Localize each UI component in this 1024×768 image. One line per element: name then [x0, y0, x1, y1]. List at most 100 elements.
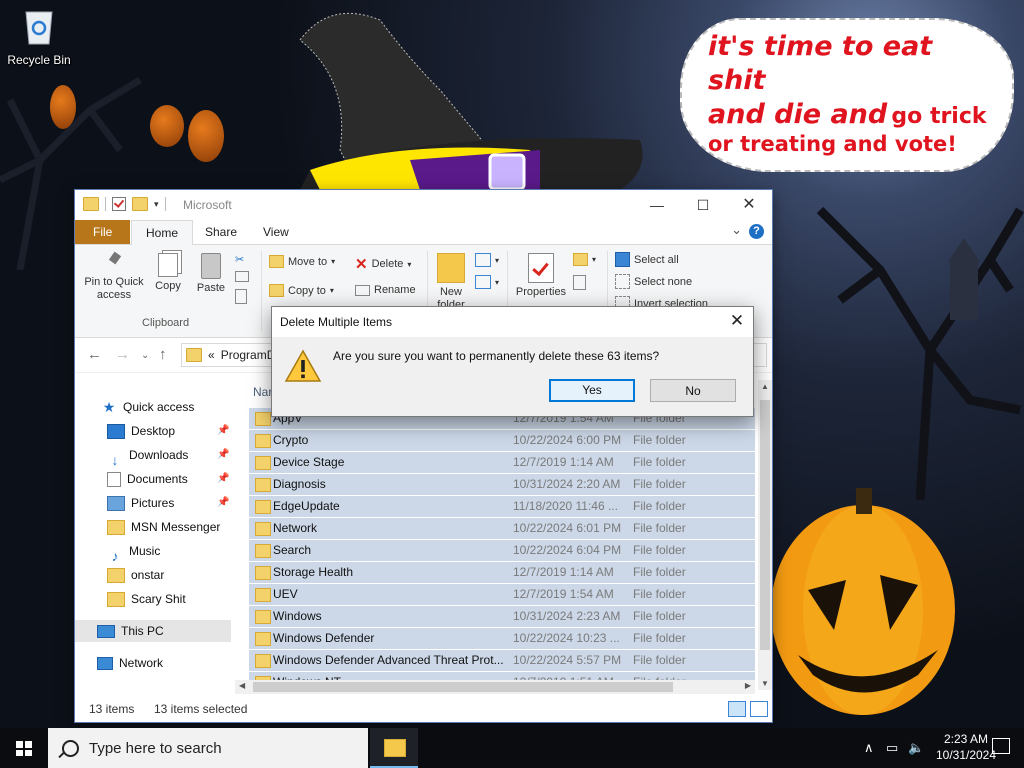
address-overflow[interactable]: «	[208, 348, 215, 362]
scrollbar-thumb[interactable]	[760, 400, 770, 650]
separator	[105, 197, 106, 211]
delete-button[interactable]: ✕ Delete ▾	[355, 255, 411, 273]
show-hidden-icons-chevron-icon[interactable]: ∧	[864, 740, 874, 756]
pin-to-quick-access-button[interactable]: Pin to Quick access	[81, 253, 147, 301]
notifications-icon[interactable]	[992, 738, 1010, 754]
open-button[interactable]: ▾	[573, 253, 596, 266]
dialog-body: Are you sure you want to permanently del…	[272, 337, 753, 416]
vertical-scrollbar[interactable]: ▲ ▼	[758, 380, 772, 690]
table-row[interactable]: EdgeUpdate 11/18/2020 11:46 ... File folde…	[249, 496, 755, 518]
recycle-bin-desktop-icon[interactable]: Recycle Bin	[6, 6, 72, 67]
horizontal-scrollbar[interactable]: ◀ ▶	[235, 680, 755, 694]
properties-button[interactable]: Properties	[513, 253, 569, 299]
new-folder-button[interactable]: New folder	[433, 253, 469, 311]
table-row[interactable]: Network 10/22/2024 6:01 PM File folder	[249, 518, 755, 540]
nav-item-msn-messenger[interactable]: MSN Messenger	[107, 516, 220, 538]
close-window-button[interactable]: ✕	[726, 190, 772, 220]
maximize-button[interactable]: ☐	[680, 190, 726, 220]
copy-to-icon	[269, 284, 284, 297]
address-path[interactable]: ProgramD	[221, 348, 276, 362]
nav-quick-access[interactable]: ★ Quick access	[101, 396, 195, 418]
tab-share[interactable]: Share	[191, 220, 251, 244]
table-row[interactable]: Windows Defender Advanced Threat Prot...…	[249, 650, 755, 672]
scroll-left-arrow-icon[interactable]: ◀	[239, 681, 245, 690]
nav-item-onstar[interactable]: onstar	[107, 564, 164, 586]
table-row[interactable]: UEV 12/7/2019 1:54 AM File folder	[249, 584, 755, 606]
scroll-up-arrow-icon[interactable]: ▲	[761, 382, 769, 391]
properties-quick-icon[interactable]	[112, 197, 126, 211]
large-icons-view-icon[interactable]	[750, 701, 768, 717]
taskbar-search-box[interactable]: Type here to search	[48, 728, 368, 768]
taskbar: Type here to search ∧ ▭ 🔈 2:23 AM 10/31/…	[0, 728, 1024, 768]
selected-count: 13 items selected	[154, 702, 248, 716]
file-type: File folder	[633, 631, 686, 645]
network-status-icon[interactable]: ▭	[886, 740, 898, 756]
recent-locations-chevron-icon[interactable]: ⌄	[141, 350, 149, 361]
table-row[interactable]: Storage Health 12/7/2019 1:14 AM File fold…	[249, 562, 755, 584]
start-button[interactable]	[0, 728, 48, 768]
new-label: New	[439, 286, 462, 298]
copy-button[interactable]: Copy	[153, 253, 183, 293]
customize-toolbar-chevron-icon[interactable]: ▾	[154, 199, 159, 210]
select-none-button[interactable]: Select none	[615, 274, 692, 289]
table-row[interactable]: Device Stage 12/7/2019 1:14 AM File folder	[249, 452, 755, 474]
edit-button[interactable]	[573, 275, 586, 290]
paste-shortcut-button[interactable]	[235, 289, 247, 304]
cut-button[interactable]: ✂	[235, 253, 244, 266]
collapse-ribbon-chevron-icon[interactable]: ⌄	[731, 222, 742, 238]
table-row[interactable]: Windows 10/31/2024 2:23 AM File folder	[249, 606, 755, 628]
copy-path-button[interactable]	[235, 271, 249, 282]
select-all-button[interactable]: Select all	[615, 252, 679, 267]
nav-item-pictures[interactable]: Pictures 📌	[107, 492, 231, 514]
new-item-button[interactable]: ▾	[475, 253, 499, 267]
column-header-name[interactable]: Nar	[253, 382, 272, 402]
easy-access-button[interactable]: ▾	[475, 275, 499, 289]
forward-arrow-icon[interactable]: →	[115, 346, 130, 363]
scrollbar-thumb[interactable]	[253, 682, 673, 692]
select-all-icon	[615, 252, 630, 267]
nav-this-pc[interactable]: This PC	[75, 620, 231, 642]
paste-button[interactable]: Paste	[195, 253, 227, 295]
new-folder-quick-icon[interactable]	[132, 197, 148, 211]
minimize-button[interactable]: —	[634, 190, 680, 220]
back-arrow-icon[interactable]: ←	[87, 346, 102, 363]
rename-button[interactable]: Rename	[355, 284, 416, 296]
dialog-close-button[interactable]: ✕	[721, 307, 753, 335]
folder-icon	[107, 567, 125, 583]
no-button[interactable]: No	[650, 379, 736, 402]
file-explorer-window[interactable]: ▾ Microsoft — ☐ ✕ File Home Share View ⌄…	[75, 190, 772, 722]
table-row[interactable]: Windows Defender 10/22/2024 10:23 ... File…	[249, 628, 755, 650]
table-row[interactable]: Diagnosis 10/31/2024 2:20 AM File folder	[249, 474, 755, 496]
tab-view[interactable]: View	[249, 220, 303, 244]
up-arrow-icon[interactable]: ↑	[159, 346, 167, 363]
folder-icon	[255, 500, 271, 514]
folder-icon	[107, 591, 125, 607]
nav-item-downloads[interactable]: ↓ Downloads 📌	[107, 444, 231, 468]
nav-item-desktop[interactable]: Desktop 📌	[107, 420, 231, 442]
delete-confirmation-dialog[interactable]: Delete Multiple Items ✕ Are you sure you…	[271, 306, 754, 417]
help-icon[interactable]: ?	[749, 224, 764, 239]
nav-network[interactable]: Network	[97, 652, 163, 674]
tab-file[interactable]: File	[75, 220, 131, 244]
tab-home[interactable]: Home	[131, 220, 194, 245]
navigation-pane: ★ Quick access Desktop 📌 ↓ Downloads 📌 D…	[75, 370, 235, 690]
system-tray: ∧ ▭ 🔈 2:23 AM 10/31/2024	[824, 728, 1024, 768]
yes-button[interactable]: Yes	[549, 379, 635, 402]
volume-icon[interactable]: 🔈	[908, 740, 924, 756]
scroll-right-arrow-icon[interactable]: ▶	[745, 681, 751, 690]
nav-item-music[interactable]: ♪ Music	[107, 540, 161, 564]
open-icon	[573, 253, 588, 266]
table-row[interactable]: Crypto 10/22/2024 6:00 PM File folder	[249, 430, 755, 452]
table-row[interactable]: Search 10/22/2024 6:04 PM File folder	[249, 540, 755, 562]
copy-to-button[interactable]: Copy to ▾	[269, 284, 334, 297]
title-bar[interactable]: ▾ Microsoft — ☐ ✕	[75, 190, 772, 220]
move-to-button[interactable]: Move to ▾	[269, 255, 335, 268]
nav-item-documents[interactable]: Documents 📌	[107, 468, 231, 490]
taskbar-file-explorer-button[interactable]	[370, 728, 418, 768]
documents-icon	[107, 471, 121, 487]
details-view-icon[interactable]	[728, 701, 746, 717]
new-folder-icon	[437, 253, 465, 283]
file-date-modified: 10/22/2024 10:23 ...	[513, 631, 620, 645]
scroll-down-arrow-icon[interactable]: ▼	[761, 679, 769, 688]
nav-item-scary-shit[interactable]: Scary Shit	[107, 588, 186, 610]
